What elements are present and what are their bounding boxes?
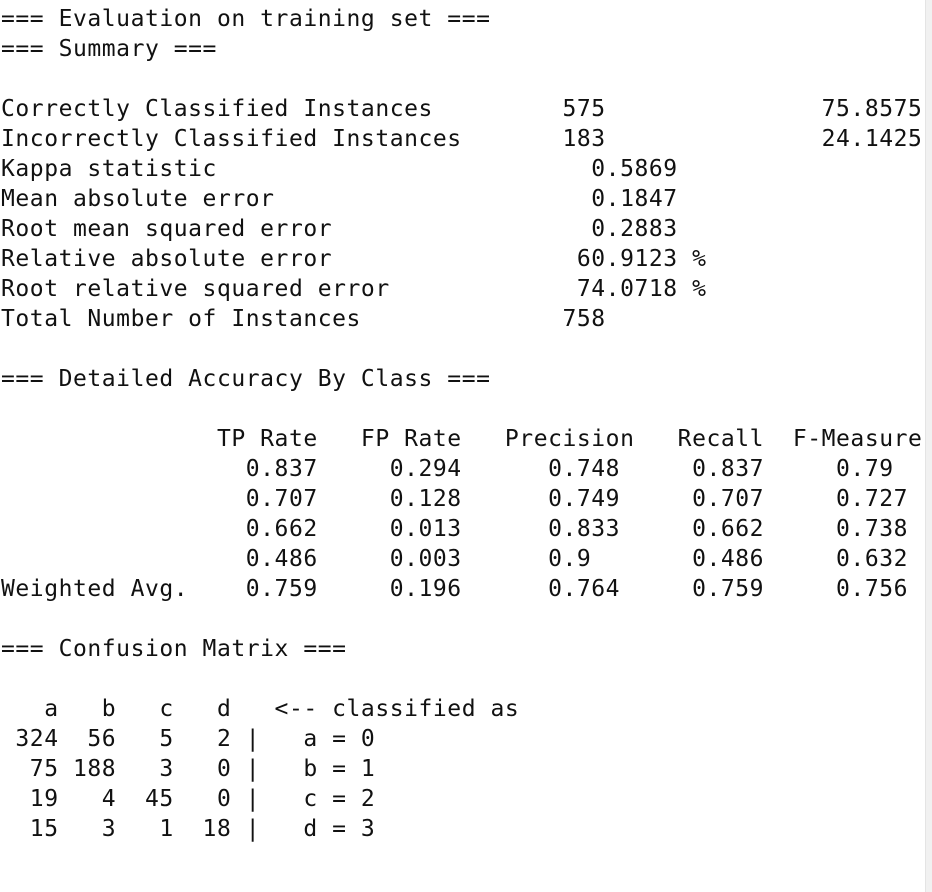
classifier-output-panel: === Evaluation on training set === === S…: [0, 0, 932, 892]
vertical-scrollbar[interactable]: [925, 0, 932, 892]
evaluation-report-text: === Evaluation on training set === === S…: [1, 6, 923, 842]
